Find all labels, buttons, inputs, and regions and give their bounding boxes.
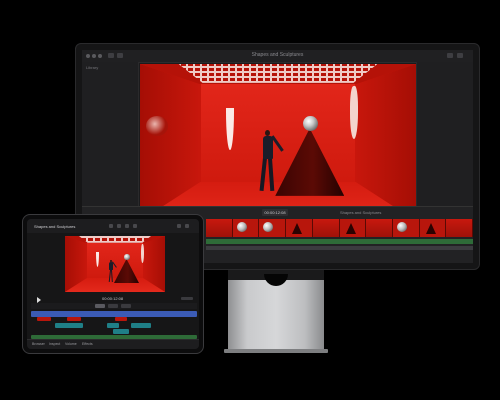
redo-icon[interactable] <box>117 224 121 228</box>
share-icon[interactable] <box>177 224 181 228</box>
wall-sphere <box>145 115 168 137</box>
inspector-toggle-icon[interactable] <box>457 53 463 58</box>
ipad-viewer[interactable] <box>65 236 165 292</box>
volume-button[interactable]: Volume <box>65 342 77 346</box>
edit-mode-bar <box>31 303 197 309</box>
viewer[interactable] <box>140 64 416 221</box>
chrome-sphere <box>124 254 130 261</box>
stand-base <box>224 349 328 353</box>
clip-thumbnail <box>286 219 313 237</box>
clip[interactable] <box>67 317 81 321</box>
connected-clip[interactable] <box>107 323 119 328</box>
clip[interactable] <box>115 317 127 321</box>
video-frame <box>65 236 165 292</box>
library-label: Library <box>86 65 99 70</box>
ipad-bottom-bar: Browser Inspect Volume Effects <box>27 339 199 349</box>
timeline-project-label: Shapes and Sculptures <box>340 210 382 215</box>
clip-thumbnail <box>446 219 473 237</box>
select-tool[interactable] <box>95 304 105 308</box>
clip-thumbnail <box>206 219 233 237</box>
share-icon[interactable] <box>447 53 453 58</box>
position-tool[interactable] <box>121 304 131 308</box>
connected-clip[interactable] <box>113 329 129 334</box>
clip-thumbnail <box>232 219 260 237</box>
undo-icon[interactable] <box>109 224 113 228</box>
timecode-display: 00:00:12:08 <box>262 209 288 216</box>
inspector-panel[interactable] <box>416 62 473 207</box>
voiceover-icon[interactable] <box>133 224 137 228</box>
clip-thumbnail <box>312 219 340 237</box>
clip-thumbnail <box>259 219 287 237</box>
audio-track[interactable] <box>206 239 473 244</box>
clip-thumbnail <box>366 219 393 237</box>
project-name[interactable]: Shapes and Sculptures <box>34 224 75 229</box>
ipad: Shapes and Sculptures 00:00:12:08 Browse… <box>22 214 204 354</box>
zoom-control[interactable] <box>181 297 193 300</box>
connected-clip[interactable] <box>55 323 83 328</box>
camera-icon[interactable] <box>125 224 129 228</box>
clip-thumbnail <box>419 219 447 237</box>
video-frame <box>140 64 416 221</box>
final-cut-pro-ipad: Shapes and Sculptures 00:00:12:08 Browse… <box>27 219 199 349</box>
timecode-display: 00:00:12:08 <box>102 296 124 301</box>
clip-thumbnail <box>392 219 420 237</box>
ceiling-grid <box>178 64 378 83</box>
clip[interactable] <box>37 317 51 321</box>
person-figure <box>108 259 118 282</box>
secondary-track[interactable] <box>206 246 473 250</box>
display-stand <box>228 280 324 352</box>
primary-storyline-track[interactable] <box>31 311 197 317</box>
blade-tool[interactable] <box>108 304 118 308</box>
more-icon[interactable] <box>185 224 189 228</box>
connected-clip[interactable] <box>131 323 151 328</box>
window-toolbar: Shapes and Sculptures <box>82 50 473 63</box>
ipad-top-bar: Shapes and Sculptures <box>27 219 199 233</box>
inspect-button[interactable]: Inspect <box>49 342 60 346</box>
clip-thumbnail <box>339 219 367 237</box>
window-title: Shapes and Sculptures <box>251 52 304 58</box>
library-sidebar[interactable]: Library <box>82 62 139 207</box>
video-clip-filmstrip[interactable] <box>206 219 473 237</box>
person-figure <box>259 129 284 192</box>
browser-button[interactable]: Browser <box>32 342 45 346</box>
effects-button[interactable]: Effects <box>82 342 93 346</box>
